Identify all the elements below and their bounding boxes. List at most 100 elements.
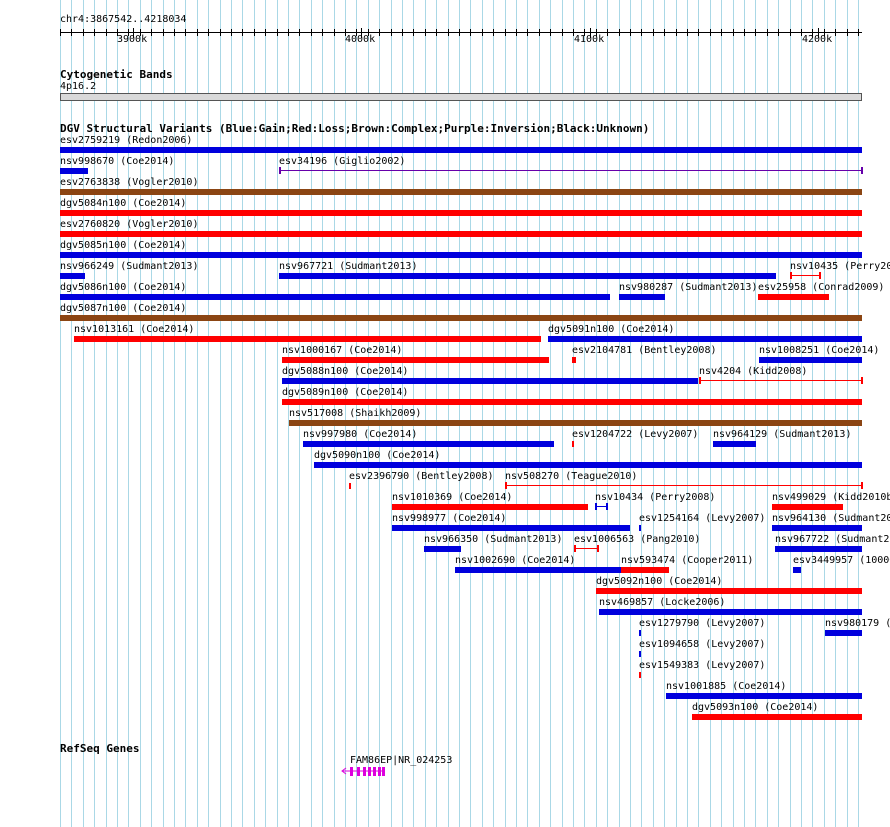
variant-label[interactable]: nsv517008 (Shaikh2009) xyxy=(289,408,421,419)
variant-label[interactable]: nsv998670 (Coe2014) xyxy=(60,156,174,167)
variant-bar[interactable] xyxy=(303,441,554,447)
variant-bar[interactable] xyxy=(666,693,862,699)
cytoband-bar[interactable] xyxy=(60,93,862,101)
variant-label[interactable]: esv1279790 (Levy2007) xyxy=(639,618,765,629)
variant-label[interactable]: nsv10435 (Perry2008) xyxy=(790,261,890,272)
variant-label[interactable]: nsv998977 (Coe2014) xyxy=(392,513,506,524)
variant-bar[interactable] xyxy=(772,525,862,531)
variant-bar[interactable] xyxy=(60,189,862,195)
variant-label[interactable]: dgv5093n100 (Coe2014) xyxy=(692,702,818,713)
variant-label[interactable]: nsv997980 (Coe2014) xyxy=(303,429,417,440)
variant-bar[interactable] xyxy=(639,630,641,636)
variant-bar[interactable] xyxy=(596,588,862,594)
variant-bar[interactable] xyxy=(392,525,630,531)
variant-label[interactable]: esv1006563 (Pang2010) xyxy=(574,534,700,545)
variant-bar[interactable] xyxy=(349,483,351,489)
variant-bar[interactable] xyxy=(639,525,641,531)
variant-label[interactable]: nsv1002690 (Coe2014) xyxy=(455,555,575,566)
variant-bar[interactable] xyxy=(699,380,862,381)
variant-label[interactable]: dgv5085n100 (Coe2014) xyxy=(60,240,186,251)
variant-label[interactable]: dgv5091n100 (Coe2014) xyxy=(548,324,674,335)
variant-bar[interactable] xyxy=(289,420,862,426)
variant-bar[interactable] xyxy=(60,210,862,216)
variant-bar[interactable] xyxy=(639,672,641,678)
variant-bar[interactable] xyxy=(758,294,829,300)
variant-bar[interactable] xyxy=(282,378,698,384)
variant-bar[interactable] xyxy=(282,357,549,363)
variant-bar[interactable] xyxy=(314,462,862,468)
variant-bar[interactable] xyxy=(60,315,862,321)
variant-label[interactable]: nsv1010369 (Coe2014) xyxy=(392,492,512,503)
variant-label[interactable]: nsv1013161 (Coe2014) xyxy=(74,324,194,335)
variant-bar[interactable] xyxy=(392,504,588,510)
gene-model[interactable] xyxy=(340,765,390,779)
variant-label[interactable]: esv1254164 (Levy2007) xyxy=(639,513,765,524)
variant-label[interactable]: esv25958 (Conrad2009) xyxy=(758,282,884,293)
variant-label[interactable]: nsv4204 (Kidd2008) xyxy=(699,366,807,377)
variant-label[interactable]: esv2396790 (Bentley2008) xyxy=(349,471,494,482)
variant-label[interactable]: nsv593474 (Cooper2011) xyxy=(621,555,753,566)
variant-label[interactable]: nsv966350 (Sudmant2013) xyxy=(424,534,562,545)
variant-bar[interactable] xyxy=(74,336,541,342)
variant-label[interactable]: esv1549383 (Levy2007) xyxy=(639,660,765,671)
variant-label[interactable]: esv2104781 (Bentley2008) xyxy=(572,345,717,356)
variant-label[interactable]: dgv5084n100 (Coe2014) xyxy=(60,198,186,209)
variant-label[interactable]: dgv5087n100 (Coe2014) xyxy=(60,303,186,314)
variant-label[interactable]: dgv5086n100 (Coe2014) xyxy=(60,282,186,293)
variant-bar[interactable] xyxy=(424,546,461,552)
variant-label[interactable]: nsv499029 (Kidd2010b) xyxy=(772,492,890,503)
variant-bar[interactable] xyxy=(60,273,85,279)
variant-label[interactable]: esv1094658 (Levy2007) xyxy=(639,639,765,650)
variant-bar[interactable] xyxy=(279,273,776,279)
variant-bar[interactable] xyxy=(279,170,862,171)
variant-bar[interactable] xyxy=(282,399,862,405)
variant-bar[interactable] xyxy=(455,567,621,573)
variant-bar[interactable] xyxy=(692,714,862,720)
variant-label[interactable]: nsv967721 (Sudmant2013) xyxy=(279,261,417,272)
variant-bar[interactable] xyxy=(775,546,862,552)
variant-bar[interactable] xyxy=(572,441,574,447)
variant-bar[interactable] xyxy=(759,357,862,363)
variant-label[interactable]: dgv5090n100 (Coe2014) xyxy=(314,450,440,461)
variant-bar[interactable] xyxy=(60,294,610,300)
variant-label[interactable]: esv1204722 (Levy2007) xyxy=(572,429,698,440)
variant-bar[interactable] xyxy=(505,485,862,486)
variant-bar[interactable] xyxy=(60,147,862,153)
variant-bar[interactable] xyxy=(574,548,598,549)
variant-label[interactable]: nsv1000167 (Coe2014) xyxy=(282,345,402,356)
variant-bar[interactable] xyxy=(60,231,862,237)
variant-label[interactable]: nsv1001885 (Coe2014) xyxy=(666,681,786,692)
variant-label[interactable]: nsv980179 (Sudmant2013) xyxy=(825,618,890,629)
variant-label[interactable]: nsv966249 (Sudmant2013) xyxy=(60,261,198,272)
variant-label[interactable]: nsv508270 (Teague2010) xyxy=(505,471,637,482)
variant-label[interactable]: nsv964130 (Sudmant2013) xyxy=(772,513,890,524)
ruler-minor-tick xyxy=(790,29,791,36)
variant-label[interactable]: nsv980287 (Sudmant2013) xyxy=(619,282,757,293)
variant-label[interactable]: dgv5092n100 (Coe2014) xyxy=(596,576,722,587)
variant-bar[interactable] xyxy=(572,357,576,363)
variant-bar[interactable] xyxy=(639,651,641,657)
variant-label[interactable]: esv2759219 (Redon2006) xyxy=(60,135,192,146)
variant-label[interactable]: nsv10434 (Perry2008) xyxy=(595,492,715,503)
variant-label[interactable]: nsv1008251 (Coe2014) xyxy=(759,345,879,356)
variant-label[interactable]: esv3449957 (1000G) xyxy=(793,555,890,566)
variant-label[interactable]: dgv5088n100 (Coe2014) xyxy=(282,366,408,377)
variant-bar[interactable] xyxy=(790,275,820,276)
variant-bar[interactable] xyxy=(619,294,665,300)
variant-label[interactable]: dgv5089n100 (Coe2014) xyxy=(282,387,408,398)
variant-bar[interactable] xyxy=(621,567,669,573)
variant-bar[interactable] xyxy=(599,609,862,615)
variant-bar[interactable] xyxy=(772,504,843,510)
variant-label[interactable]: esv34196 (Giglio2002) xyxy=(279,156,405,167)
variant-label[interactable]: esv2760820 (Vogler2010) xyxy=(60,219,198,230)
variant-label[interactable]: nsv964129 (Sudmant2013) xyxy=(713,429,851,440)
variant-bar[interactable] xyxy=(548,336,862,342)
variant-label[interactable]: nsv967722 (Sudmant2013) xyxy=(775,534,890,545)
variant-bar[interactable] xyxy=(60,168,88,174)
variant-label[interactable]: esv2763838 (Vogler2010) xyxy=(60,177,198,188)
variant-bar[interactable] xyxy=(60,252,862,258)
variant-bar[interactable] xyxy=(825,630,862,636)
variant-label[interactable]: nsv469857 (Locke2006) xyxy=(599,597,725,608)
variant-bar[interactable] xyxy=(793,567,801,573)
variant-bar[interactable] xyxy=(713,441,756,447)
